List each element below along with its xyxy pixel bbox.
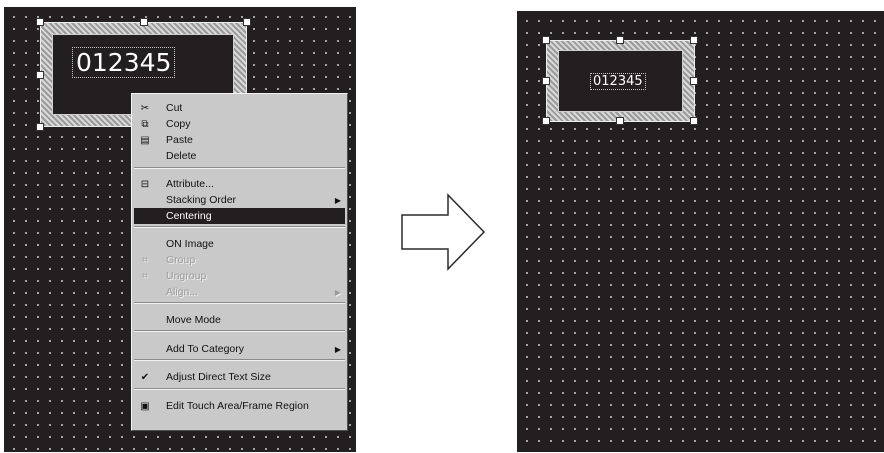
menu-item-ungroup[interactable]: ⌗ Ungroup [134, 268, 345, 284]
menu-item-label: Copy [166, 118, 191, 130]
menu-item-add-to-category[interactable]: Add To Category ▶ [134, 341, 345, 357]
menu-item-label: Paste [166, 134, 193, 146]
resize-handle-top[interactable] [140, 18, 148, 26]
menu-item-move-mode[interactable]: Move Mode [134, 312, 345, 328]
resize-handle-bottom-left[interactable] [542, 117, 550, 125]
menu-item-label: Move Mode [166, 314, 221, 326]
menu-item-edit-touch-area-frame-region[interactable]: ▣ Edit Touch Area/Frame Region [134, 398, 345, 414]
numeric-display-text: 012345 [590, 73, 646, 90]
menu-item-label: Group [166, 254, 196, 266]
resize-handle-left[interactable] [36, 71, 44, 79]
menu-item-attribute[interactable]: ⊟ Attribute... [134, 176, 345, 192]
menu-separator [134, 330, 345, 332]
menu-item-label: Centering [166, 210, 212, 222]
menu-item-label: Stacking Order [166, 194, 237, 206]
menu-item-on-image[interactable]: ON Image [134, 236, 345, 252]
menu-item-cut[interactable]: ✂ Cut [134, 100, 345, 116]
menu-separator [134, 302, 345, 304]
group-icon: ⌗ [142, 254, 148, 266]
menu-item-copy[interactable]: ⧉ Copy [134, 116, 345, 132]
checkmark-icon: ✔ [140, 371, 150, 383]
menu-item-label: Attribute... [166, 178, 214, 190]
menu-item-label: Add To Category [166, 343, 245, 355]
resize-handle-left[interactable] [542, 77, 550, 85]
menu-item-label: Edit Touch Area/Frame Region [166, 400, 309, 412]
resize-handle-right[interactable] [690, 77, 698, 85]
resize-handle-top-left[interactable] [542, 36, 550, 44]
right-editor-canvas[interactable]: 012345 [517, 11, 884, 452]
menu-item-stacking-order[interactable]: Stacking Order ▶ [134, 192, 345, 208]
menu-item-group[interactable]: ⌗ Group [134, 252, 345, 268]
submenu-arrow-icon: ▶ [334, 287, 341, 297]
menu-item-label: Adjust Direct Text Size [166, 371, 271, 383]
submenu-arrow-icon: ▶ [334, 195, 341, 205]
resize-handle-top-left[interactable] [36, 18, 44, 26]
menu-item-label: Cut [166, 102, 183, 114]
paste-icon: ▤ [140, 134, 150, 146]
menu-separator [134, 359, 345, 361]
menu-item-paste[interactable]: ▤ Paste [134, 132, 345, 148]
resize-handle-top-right[interactable] [243, 18, 251, 26]
menu-item-label: Ungroup [166, 270, 207, 282]
menu-item-delete[interactable]: Delete [134, 148, 345, 164]
context-menu: ✂ Cut ⧉ Copy ▤ Paste Delete ⊟ Attribute... Stacki… [131, 93, 348, 431]
menu-item-label: ON Image [166, 238, 214, 250]
numeric-display-text: 012345 [72, 47, 176, 78]
left-editor-canvas[interactable]: 012345 ✂ Cut ⧉ Copy ▤ Paste Delete ⊟ Attribute..… [4, 7, 356, 452]
submenu-arrow-icon: ▶ [334, 344, 341, 354]
menu-item-align[interactable]: Align... ▶ [134, 284, 345, 300]
scissors-icon: ✂ [140, 102, 150, 114]
menu-separator [134, 388, 345, 390]
touch-area-icon: ▣ [140, 400, 150, 412]
attribute-icon: ⊟ [140, 178, 150, 190]
resize-handle-top-right[interactable] [690, 36, 698, 44]
menu-item-label: Delete [166, 150, 197, 162]
resize-handle-top[interactable] [616, 36, 624, 44]
menu-item-centering[interactable]: Centering [134, 208, 345, 224]
resize-handle-bottom-left[interactable] [36, 123, 44, 131]
menu-item-label: Align... [166, 286, 199, 298]
resize-handle-bottom-right[interactable] [690, 117, 698, 125]
copy-icon: ⧉ [141, 118, 149, 130]
menu-separator [134, 167, 345, 169]
ungroup-icon: ⌗ [142, 270, 148, 282]
numeric-display-part-centered[interactable]: 012345 [542, 36, 698, 125]
resize-handle-bottom[interactable] [616, 117, 624, 125]
menu-item-adjust-direct-text-size[interactable]: ✔ Adjust Direct Text Size [134, 369, 345, 385]
right-arrow-icon [401, 193, 486, 271]
menu-separator [134, 226, 345, 228]
